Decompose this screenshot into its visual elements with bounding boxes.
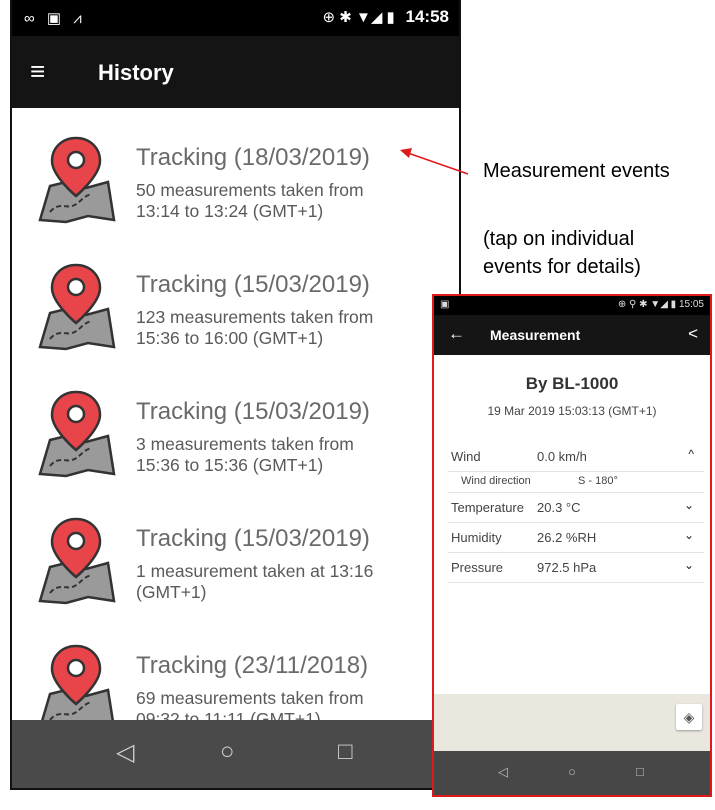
event-summary-line2: 15:36 to 16:00 (GMT+1)	[136, 328, 324, 348]
nav-recent-icon[interactable]: □	[338, 738, 353, 766]
event-title: Tracking (15/03/2019)	[136, 398, 370, 425]
annotation-events: Measurement events	[483, 160, 670, 182]
measurement-table: Wind 0.0 km/h ^ Wind direction S - 180° …	[448, 442, 704, 583]
map-pin-icon	[38, 390, 116, 478]
annotation-tap-line1: (tap on individual	[483, 228, 635, 250]
status-right-icons: ⊕ ✱ ▼◢ ▮	[322, 9, 395, 26]
measurement-row-humidity[interactable]: Humidity 26.2 %RH ⌄	[448, 523, 704, 553]
status-bar: ▣ ⊕ ⚲ ✱ ▼◢ ▮ 15:05	[434, 296, 710, 315]
measurement-detail-screen: ▣ ⊕ ⚲ ✱ ▼◢ ▮ 15:05 ← Measurement < By BL…	[432, 294, 712, 797]
map-pin-icon	[38, 517, 116, 605]
row-value: 972.5 hPa	[537, 560, 597, 575]
event-summary-line1: 50 measurements taken from	[136, 180, 364, 200]
history-screen: ∞ ▣ ⩘ ⊕ ✱ ▼◢ ▮ 14:58 ≡ History Tracking …	[10, 0, 461, 790]
nav-home-icon[interactable]: ○	[568, 764, 576, 779]
page-title: Measurement	[490, 327, 581, 343]
nav-recent-icon[interactable]: □	[636, 764, 644, 779]
back-arrow-icon[interactable]: ←	[448, 324, 465, 344]
nav-home-icon[interactable]: ○	[220, 738, 235, 766]
status-right: ⊕ ⚲ ✱ ▼◢ ▮ 15:05	[618, 299, 704, 310]
list-item[interactable]: Tracking (18/03/2019) 50 measurements ta…	[12, 108, 459, 235]
measurement-row-temperature[interactable]: Temperature 20.3 °C ⌄	[448, 493, 704, 523]
row-value: 20.3 °C	[537, 500, 581, 515]
event-summary: 3 measurements taken from 15:36 to 15:36…	[136, 434, 446, 476]
event-title: Tracking (18/03/2019)	[136, 144, 370, 171]
status-right: ⊕ ✱ ▼◢ ▮ 14:58	[323, 7, 450, 27]
map-view[interactable]: ◈	[434, 694, 710, 751]
app-bar: ≡ History	[12, 36, 459, 108]
nav-back-icon[interactable]: ◁	[498, 764, 508, 780]
event-summary-line1: 123 measurements taken from	[136, 307, 374, 327]
status-time: 14:58	[405, 7, 449, 26]
status-bar: ∞ ▣ ⩘ ⊕ ✱ ▼◢ ▮ 14:58	[12, 0, 459, 36]
measurement-row-wind-direction: Wind direction S - 180°	[448, 472, 704, 493]
event-title: Tracking (15/03/2019)	[136, 525, 370, 552]
event-title: Tracking (23/11/2018)	[136, 652, 369, 679]
status-right-icons: ⊕ ⚲ ✱ ▼◢ ▮	[617, 299, 677, 310]
locate-icon[interactable]: ◈	[676, 704, 702, 730]
event-list: Tracking (18/03/2019) 50 measurements ta…	[12, 108, 459, 743]
row-label: Wind direction	[461, 475, 531, 487]
measurement-row-wind[interactable]: Wind 0.0 km/h ^	[448, 442, 704, 472]
row-value: 0.0 km/h	[537, 449, 587, 464]
event-summary: 50 measurements taken from 13:14 to 13:2…	[136, 180, 446, 222]
event-title: Tracking (15/03/2019)	[136, 271, 370, 298]
event-summary-line1: 3 measurements taken from	[136, 434, 354, 454]
event-summary-line2: (GMT+1)	[136, 582, 207, 602]
event-summary-line1: 1 measurement taken at 13:16	[136, 561, 374, 581]
device-name: By BL-1000	[525, 374, 619, 393]
chevron-down-icon[interactable]: ⌄	[684, 558, 694, 572]
row-label: Temperature	[451, 500, 524, 515]
map-pin-icon	[38, 644, 116, 732]
map-pin-icon	[38, 263, 116, 351]
row-label: Pressure	[451, 560, 504, 575]
status-time: 15:05	[678, 299, 704, 310]
chevron-down-icon[interactable]: ⌄	[684, 498, 694, 512]
map-pin-icon	[38, 136, 116, 224]
measurement-timestamp: 19 Mar 2019 15:03:13 (GMT+1)	[487, 404, 657, 418]
share-icon[interactable]: <	[688, 324, 698, 344]
row-label: Humidity	[451, 530, 502, 545]
status-left-icons: ▣	[440, 299, 450, 310]
event-summary: 123 measurements taken from 15:36 to 16:…	[136, 307, 446, 349]
page-title: History	[98, 60, 174, 85]
chevron-down-icon[interactable]: ⌄	[684, 528, 694, 542]
status-left-icons: ∞ ▣ ⩘	[24, 10, 86, 27]
menu-icon[interactable]: ≡	[30, 58, 45, 84]
nav-back-icon[interactable]: ◁	[116, 738, 134, 767]
annotation-arrow	[400, 148, 469, 175]
list-item[interactable]: Tracking (15/03/2019) 3 measurements tak…	[12, 362, 459, 489]
system-nav-bar: ◁ ○ □	[12, 720, 459, 788]
list-item[interactable]: Tracking (15/03/2019) 1 measurement take…	[12, 489, 459, 616]
list-item[interactable]: Tracking (15/03/2019) 123 measurements t…	[12, 235, 459, 362]
event-summary: 1 measurement taken at 13:16 (GMT+1)	[136, 561, 446, 603]
app-bar: ← Measurement <	[434, 315, 710, 355]
row-label: Wind	[451, 449, 481, 464]
annotation-tap-line2: events for details)	[483, 256, 641, 278]
system-nav-bar: ◁ ○ □	[434, 751, 710, 795]
row-value: 26.2 %RH	[537, 530, 597, 545]
event-summary-line1: 69 measurements taken from	[136, 688, 364, 708]
event-summary-line2: 13:14 to 13:24 (GMT+1)	[136, 201, 324, 221]
row-value: S - 180°	[578, 475, 618, 487]
chevron-up-icon[interactable]: ^	[688, 447, 694, 461]
measurement-row-pressure[interactable]: Pressure 972.5 hPa ⌄	[448, 553, 704, 583]
event-summary-line2: 15:36 to 15:36 (GMT+1)	[136, 455, 324, 475]
